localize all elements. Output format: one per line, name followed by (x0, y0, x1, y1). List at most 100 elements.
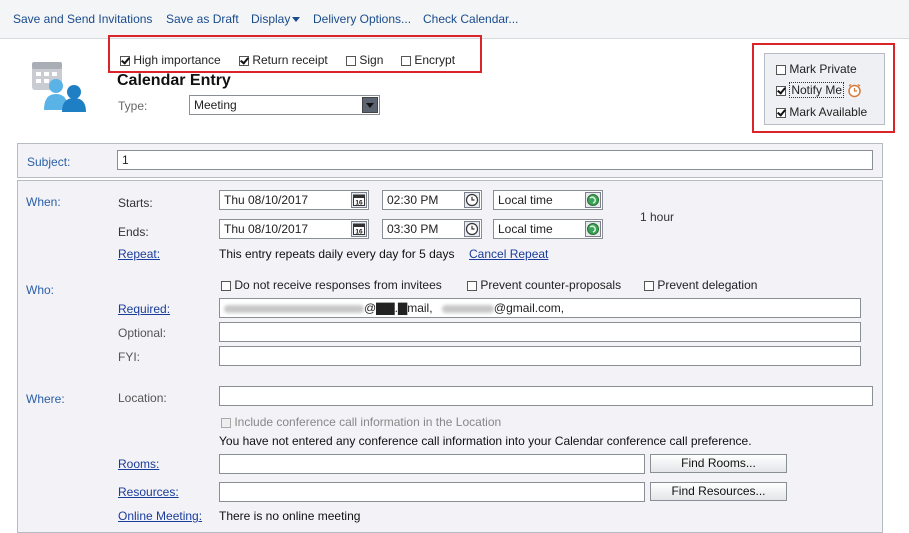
check-calendar-button[interactable]: Check Calendar... (423, 12, 518, 26)
message-options-highlight: High importance Return receipt Sign Encr… (108, 35, 482, 73)
return-receipt-label: Return receipt (252, 53, 328, 67)
subject-input[interactable]: 1 (117, 150, 873, 170)
return-receipt-option[interactable]: Return receipt (239, 53, 328, 67)
optional-label: Optional: (118, 326, 167, 340)
repeat-link[interactable]: Repeat: (118, 247, 160, 261)
prevent-counter-checkbox[interactable] (467, 280, 477, 291)
resources-input[interactable] (219, 482, 645, 502)
find-resources-button[interactable]: Find Resources... (650, 482, 787, 501)
notify-me-checkbox[interactable] (776, 85, 786, 96)
svg-text:16: 16 (355, 229, 363, 236)
prevent-counter-label: Prevent counter-proposals (480, 278, 622, 292)
conf-notice: You have not entered any conference call… (219, 434, 752, 448)
encrypt-label: Encrypt (414, 53, 456, 67)
delivery-options-button[interactable]: Delivery Options... (313, 12, 411, 26)
globe-icon[interactable] (585, 192, 601, 208)
include-conf-checkbox[interactable] (221, 417, 231, 428)
chevron-down-icon (292, 17, 301, 23)
save-and-send-button[interactable]: Save and Send Invitations (13, 12, 152, 26)
rooms-link[interactable]: Rooms: (118, 457, 159, 471)
high-importance-checkbox[interactable] (120, 55, 130, 66)
clock-icon[interactable] (464, 192, 480, 208)
no-responses-option[interactable]: Do not receive responses from invitees (221, 278, 442, 292)
calendar-16-icon[interactable]: 16 (351, 221, 367, 237)
mark-private-option[interactable]: Mark Private (776, 62, 857, 76)
sign-checkbox[interactable] (346, 55, 356, 66)
svg-text:16: 16 (355, 200, 363, 207)
fyi-label: FYI: (118, 350, 141, 364)
sign-label: Sign (359, 53, 384, 67)
globe-icon[interactable] (585, 221, 601, 237)
required-address-1: @▇▇.▇mail, (364, 301, 433, 315)
required-input[interactable]: @▇▇.▇mail, @gmail.com, (219, 298, 861, 318)
redacted-name (441, 304, 494, 313)
redacted-name (224, 304, 364, 313)
no-responses-checkbox[interactable] (221, 280, 231, 291)
include-conf-label: Include conference call information in t… (234, 415, 502, 429)
details-panel: When: Starts: Thu 08/10/2017 16 02:30 PM… (17, 180, 883, 533)
start-time-value: 02:30 PM (387, 193, 439, 207)
calendar-people-icon (30, 56, 88, 114)
page-title: Calendar Entry (117, 72, 231, 89)
sign-option[interactable]: Sign (346, 53, 383, 67)
notify-me-label: Notify Me (789, 82, 845, 98)
return-receipt-checkbox[interactable] (239, 55, 249, 66)
notify-me-option[interactable]: Notify Me (776, 82, 862, 98)
start-date-value: Thu 08/10/2017 (224, 193, 309, 207)
subject-panel: Subject: 1 (17, 143, 883, 178)
fyi-input[interactable] (219, 346, 861, 366)
who-section-label: Who: (26, 283, 55, 297)
type-label: Type: (118, 99, 148, 113)
mark-available-option[interactable]: Mark Available (776, 105, 867, 119)
entry-flags-panel: Mark Private Notify Me Mark Available (764, 53, 885, 125)
action-toolbar: Save and Send Invitations Save as Draft … (0, 0, 909, 39)
online-meeting-link[interactable]: Online Meeting: (118, 509, 202, 523)
encrypt-checkbox[interactable] (401, 55, 411, 66)
start-timezone-value: Local time (498, 193, 553, 207)
end-date-value: Thu 08/10/2017 (224, 222, 309, 236)
required-address-2: @gmail.com, (493, 301, 565, 315)
end-timezone-input[interactable]: Local time (493, 219, 603, 239)
mark-private-label: Mark Private (789, 62, 857, 76)
required-link[interactable]: Required: (118, 302, 170, 316)
resources-link[interactable]: Resources: (118, 485, 179, 499)
mark-available-label: Mark Available (789, 105, 868, 119)
location-input[interactable] (219, 386, 873, 406)
find-rooms-button[interactable]: Find Rooms... (650, 454, 787, 473)
starts-label: Starts: (118, 196, 153, 210)
include-conf-option[interactable]: Include conference call information in t… (221, 415, 501, 429)
calendar-16-icon[interactable]: 16 (351, 192, 367, 208)
ends-label: Ends: (118, 225, 149, 239)
chevron-down-icon[interactable] (362, 97, 378, 113)
display-menu-button[interactable]: Display (251, 12, 301, 26)
optional-input[interactable] (219, 322, 861, 342)
mark-available-checkbox[interactable] (776, 107, 786, 118)
cancel-repeat-link[interactable]: Cancel Repeat (469, 247, 548, 261)
when-section-label: When: (26, 195, 61, 209)
prevent-delegation-option[interactable]: Prevent delegation (644, 278, 757, 292)
prevent-delegation-checkbox[interactable] (644, 280, 654, 291)
end-time-input[interactable]: 03:30 PM (382, 219, 482, 239)
end-date-input[interactable]: Thu 08/10/2017 16 (219, 219, 369, 239)
rooms-input[interactable] (219, 454, 645, 474)
repeat-summary: This entry repeats daily every day for 5… (219, 247, 455, 261)
type-select-value: Meeting (194, 98, 237, 112)
start-time-input[interactable]: 02:30 PM (382, 190, 482, 210)
start-date-input[interactable]: Thu 08/10/2017 16 (219, 190, 369, 210)
prevent-delegation-label: Prevent delegation (657, 278, 758, 292)
end-time-value: 03:30 PM (387, 222, 439, 236)
prevent-counter-option[interactable]: Prevent counter-proposals (467, 278, 621, 292)
high-importance-option[interactable]: High importance (120, 53, 221, 67)
type-select[interactable]: Meeting (189, 95, 380, 115)
encrypt-option[interactable]: Encrypt (401, 53, 455, 67)
clock-icon[interactable] (464, 221, 480, 237)
location-label: Location: (118, 391, 167, 405)
high-importance-label: High importance (133, 53, 221, 67)
end-timezone-value: Local time (498, 222, 553, 236)
mark-private-checkbox[interactable] (776, 64, 786, 75)
alarm-clock-icon[interactable] (847, 83, 862, 98)
save-as-draft-button[interactable]: Save as Draft (166, 12, 239, 26)
start-timezone-input[interactable]: Local time (493, 190, 603, 210)
where-section-label: Where: (26, 392, 65, 406)
no-responses-label: Do not receive responses from invitees (234, 278, 442, 292)
